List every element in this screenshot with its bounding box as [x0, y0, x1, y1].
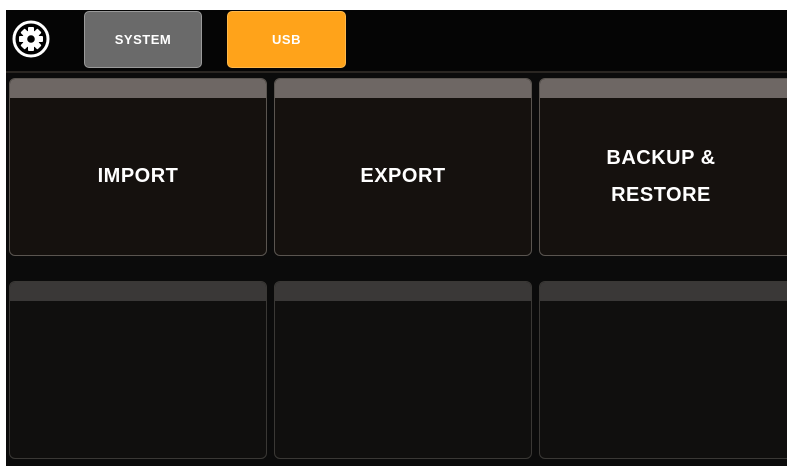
tile-header — [10, 282, 266, 301]
backup-restore-label: BACKUP & RESTORE — [606, 146, 716, 206]
settings-button[interactable] — [12, 20, 50, 58]
empty-tile-3[interactable] — [539, 281, 787, 459]
tab-system[interactable]: SYSTEM — [84, 11, 202, 68]
tile-header — [540, 79, 787, 98]
empty-tile-1[interactable] — [9, 281, 267, 459]
empty-tile-label — [275, 301, 531, 458]
tab-system-label: SYSTEM — [114, 32, 172, 47]
tab-usb[interactable]: USB — [227, 11, 346, 68]
empty-tile-2[interactable] — [274, 281, 532, 459]
tile-header — [10, 79, 266, 98]
tile-header — [540, 282, 787, 301]
import-label: IMPORT — [97, 165, 179, 187]
tab-usb-label: USB — [272, 32, 301, 47]
import-button[interactable]: IMPORT — [9, 78, 267, 256]
top-bar: SYSTEM USB — [6, 10, 787, 71]
export-button[interactable]: EXPORT — [274, 78, 532, 256]
usb-settings-screen: SYSTEM USB IMPORT EXPORT BACKUP & RESTOR… — [6, 10, 787, 466]
top-bar-divider — [6, 71, 787, 73]
empty-tile-label — [540, 301, 787, 458]
empty-tile-label — [10, 301, 266, 458]
backup-restore-button[interactable]: BACKUP & RESTORE — [539, 78, 787, 256]
tile-header — [275, 282, 531, 301]
export-label: EXPORT — [360, 165, 446, 187]
tile-header — [275, 79, 531, 98]
gear-icon — [12, 20, 50, 58]
